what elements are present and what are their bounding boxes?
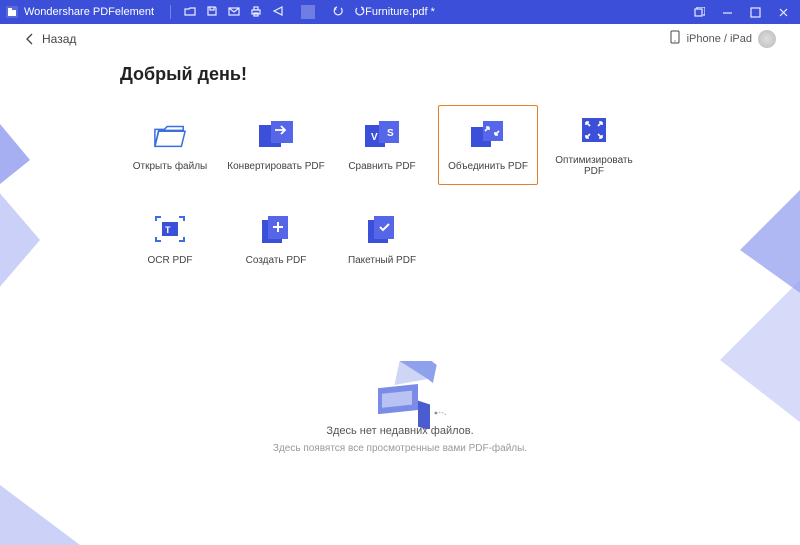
- compare-icon: VS: [365, 119, 399, 153]
- tile-label: Сравнить PDF: [348, 161, 415, 172]
- mail-icon[interactable]: [227, 5, 241, 19]
- compare-pdf-tile[interactable]: VS Сравнить PDF: [332, 105, 432, 185]
- tile-label: Конвертировать PDF: [227, 161, 324, 172]
- app-name: Wondershare PDFelement: [24, 6, 154, 18]
- tile-label: Создать PDF: [246, 255, 307, 266]
- undo-icon[interactable]: [331, 5, 345, 19]
- document-title[interactable]: Furniture.pdf *: [365, 6, 435, 18]
- title-bar: Wondershare PDFelement Furniture.pdf *: [0, 0, 800, 24]
- create-icon: [259, 213, 293, 247]
- action-grid-row2: T OCR PDF Создать PDF Пакетный PDF: [120, 199, 680, 279]
- divider: [170, 5, 171, 19]
- main-content: Добрый день! Открыть файлы Конвертироват…: [0, 54, 800, 454]
- batch-pdf-tile[interactable]: Пакетный PDF: [332, 199, 432, 279]
- share-icon[interactable]: [271, 5, 285, 19]
- tile-label: Пакетный PDF: [348, 255, 416, 266]
- empty-drawer-icon: [360, 359, 440, 419]
- phone-icon[interactable]: [670, 30, 681, 47]
- optimize-pdf-tile[interactable]: Оптимизировать PDF: [544, 105, 644, 185]
- print-icon[interactable]: [249, 5, 263, 19]
- back-button[interactable]: Назад: [24, 32, 76, 46]
- navigation-bar: Назад iPhone / iPad: [0, 24, 800, 54]
- toolbar-quick-actions: [183, 5, 367, 19]
- tile-label: OCR PDF: [148, 255, 193, 266]
- folder-open-icon: [153, 119, 187, 153]
- new-window-icon[interactable]: [692, 7, 706, 18]
- create-pdf-tile[interactable]: Создать PDF: [226, 199, 326, 279]
- open-icon[interactable]: [183, 5, 197, 19]
- ocr-icon: T: [153, 213, 187, 247]
- tile-label: Открыть файлы: [133, 161, 207, 172]
- svg-text:S: S: [387, 128, 394, 139]
- action-grid: Открыть файлы Конвертировать PDF VS Срав…: [120, 105, 680, 185]
- decorative-shape: [0, 485, 90, 545]
- recent-files-empty: Здесь нет недавних файлов. Здесь появятс…: [120, 359, 680, 454]
- window-controls: [692, 7, 790, 18]
- divider: [301, 5, 315, 19]
- greeting-title: Добрый день!: [120, 64, 680, 85]
- combine-pdf-tile[interactable]: Объединить PDF: [438, 105, 538, 185]
- svg-text:T: T: [165, 225, 171, 235]
- optimize-icon: [577, 113, 611, 147]
- tile-label: Оптимизировать PDF: [545, 155, 643, 177]
- app-logo-icon: [4, 4, 20, 20]
- convert-pdf-tile[interactable]: Конвертировать PDF: [226, 105, 326, 185]
- close-icon[interactable]: [776, 7, 790, 18]
- maximize-icon[interactable]: [748, 7, 762, 18]
- minimize-icon[interactable]: [720, 7, 734, 18]
- back-label: Назад: [42, 32, 76, 46]
- ocr-pdf-tile[interactable]: T OCR PDF: [120, 199, 220, 279]
- svg-text:V: V: [371, 132, 378, 143]
- convert-icon: [259, 119, 293, 153]
- device-label[interactable]: iPhone / iPad: [687, 33, 752, 45]
- empty-subtitle: Здесь появятся все просмотренные вами PD…: [273, 443, 527, 454]
- user-avatar-icon[interactable]: [758, 30, 776, 48]
- batch-icon: [365, 213, 399, 247]
- arrow-left-icon: [24, 33, 36, 45]
- combine-icon: [471, 119, 505, 153]
- open-files-tile[interactable]: Открыть файлы: [120, 105, 220, 185]
- save-icon[interactable]: [205, 5, 219, 19]
- tile-label: Объединить PDF: [448, 161, 528, 172]
